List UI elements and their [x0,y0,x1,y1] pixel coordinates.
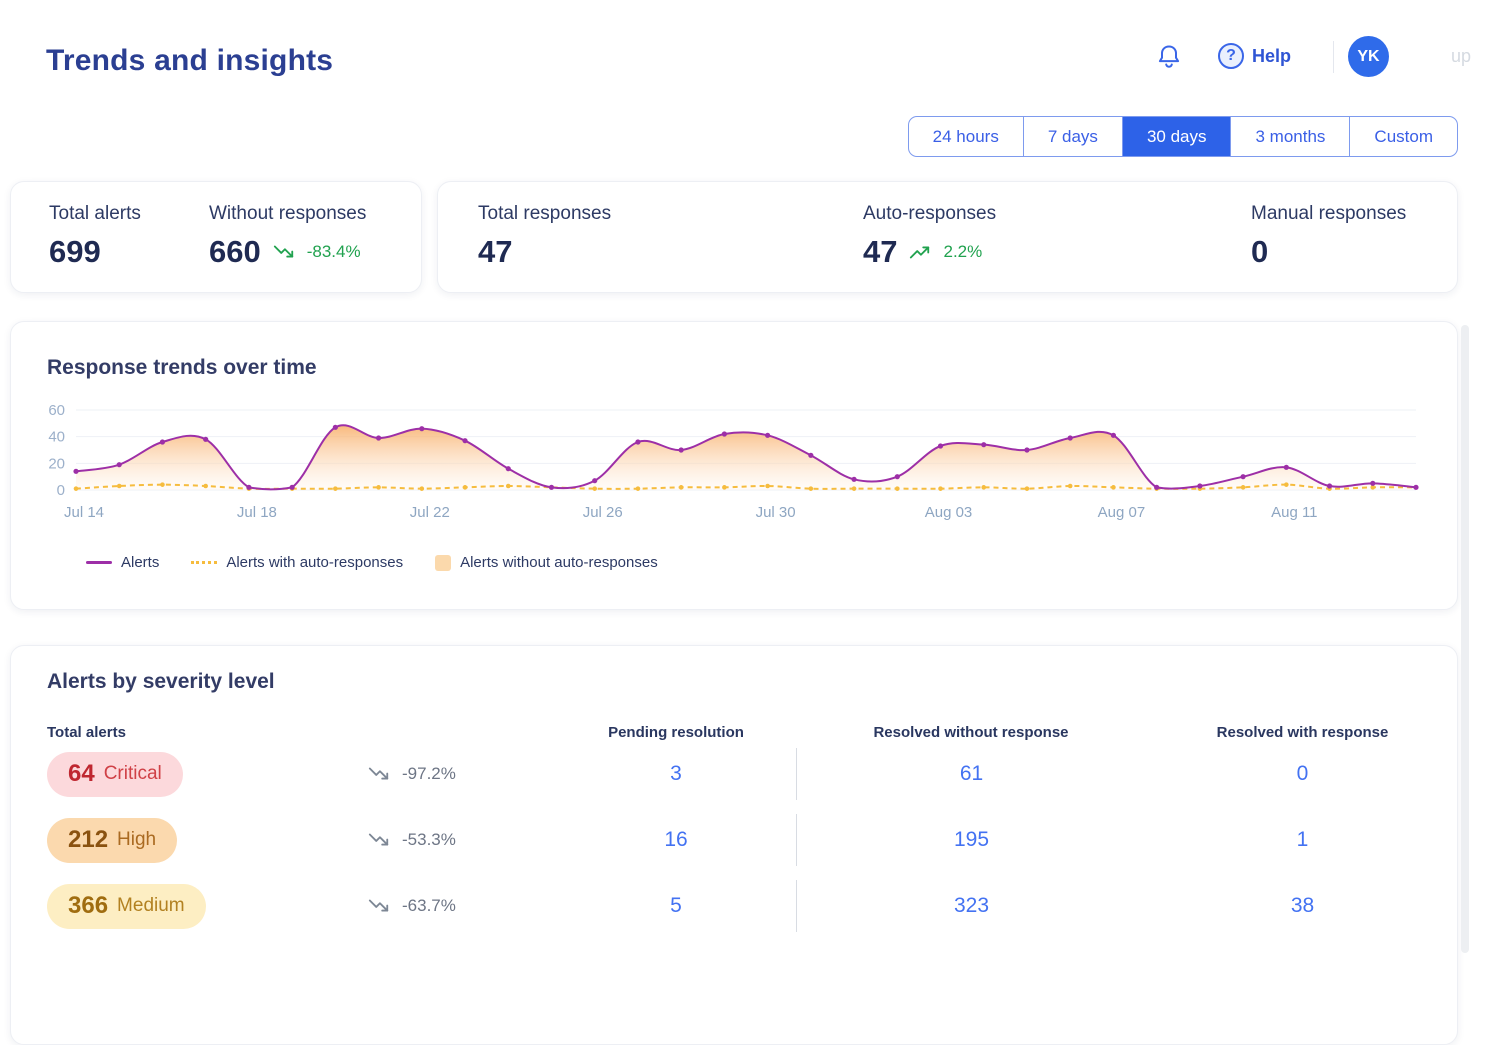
response-trends-chart: 0 20 40 60 Jul 14 Jul 18 Jul 22 Jul 26 Jul 30 Aug… [48,402,1419,521]
trend-percent: 2.2% [943,242,983,261]
chart-legend: Alerts Alerts with auto-responses Alerts… [86,554,658,571]
col-resolved-without: Resolved without response [873,724,1069,741]
time-range-tabs: 24 hours 7 days 30 days 3 months Custom [907,116,1458,157]
svg-text:60: 60 [48,402,65,419]
stat-value: 0 [1251,234,1269,269]
area-swatch-icon [435,554,452,571]
severity-title: Alerts by severity level [47,670,275,693]
medium-badge: 366 Medium [47,883,206,929]
tab-30-days[interactable]: 30 days [1121,117,1231,156]
svg-text:Jul 22: Jul 22 [410,504,450,521]
line-swatch-icon [86,561,112,564]
responses-stats-card: Total responses 47 Auto-responses 47 2.2… [437,181,1458,293]
help-label: Help [1252,45,1292,66]
help-button[interactable]: ? Help [1218,43,1291,69]
legend-item-auto-responses[interactable]: Alerts with auto-responses [191,554,403,571]
trending-down-icon [368,767,389,780]
stat-label: Total responses [478,203,612,224]
page-header: Trends and insights ? Help YK up [0,0,1486,100]
col-pending: Pending resolution [608,724,744,741]
svg-text:Aug 07: Aug 07 [1098,504,1146,521]
stat-total-alerts: Total alerts 699 [49,203,209,292]
stat-value: 47 [478,234,513,269]
trending-up-icon [910,246,930,259]
help-question-icon: ? [1218,43,1244,69]
pending-value-link[interactable]: 16 [556,828,796,852]
alerts-by-severity-card: Alerts by severity level Total alerts Pe… [10,645,1458,1045]
svg-text:Jul 26: Jul 26 [583,504,623,521]
resolved-with-value-link[interactable]: 0 [1146,762,1459,786]
tab-24-hours[interactable]: 24 hours [909,117,1023,156]
stat-label: Auto-responses [863,203,997,224]
high-badge: 212 High [47,817,178,863]
stat-value: 699 [49,234,101,269]
svg-text:40: 40 [48,429,65,446]
stat-without-responses: Without responses 660 -83.4% [209,203,419,292]
resolved-with-value-link[interactable]: 1 [1146,828,1459,852]
chart-title: Response trends over time [47,356,317,379]
resolved-with-value-link[interactable]: 38 [1146,894,1459,918]
severity-row-high: 212 High -53.3% 16 195 1 [11,807,1457,873]
stat-value: 47 [863,234,898,269]
stat-label: Total alerts [49,203,141,224]
stats-row: Total alerts 699 Without responses 660 -… [10,181,1458,293]
header-divider [1333,41,1334,73]
stat-manual-responses: Manual responses 0 [1251,203,1406,292]
stat-label: Manual responses [1251,203,1407,224]
svg-text:20: 20 [48,455,65,472]
page-scrollbar[interactable] [1461,325,1469,953]
tab-custom[interactable]: Custom [1349,117,1457,156]
svg-text:Aug 03: Aug 03 [925,504,973,521]
pending-value-link[interactable]: 5 [556,894,796,918]
notifications-bell-icon[interactable] [1154,42,1184,72]
svg-text:Jul 14: Jul 14 [64,504,104,521]
trend-cell: -63.7% [341,895,556,917]
response-trends-card: Response trends over time 0 20 40 60 Jul 14 J… [10,321,1458,610]
resolved-without-value-link[interactable]: 61 [796,748,1146,800]
severity-row-critical: 64 Critical -97.2% 3 61 0 [11,741,1457,807]
page-title: Trends and insights [46,44,334,77]
username-fragment: up [1451,46,1472,66]
avatar[interactable]: YK [1348,36,1389,77]
col-total-alerts: Total alerts [47,724,126,741]
tab-7-days[interactable]: 7 days [1022,117,1122,156]
dashed-swatch-icon [191,561,218,564]
svg-text:0: 0 [57,482,65,499]
svg-text:Jul 30: Jul 30 [756,504,796,521]
trending-down-icon [368,833,389,846]
resolved-without-value-link[interactable]: 323 [796,880,1146,932]
svg-text:Jul 18: Jul 18 [237,504,277,521]
severity-table-header: Total alerts Pending resolution Resolved… [11,724,1457,741]
tab-3-months[interactable]: 3 months [1230,117,1349,156]
resolved-without-value-link[interactable]: 195 [796,814,1146,866]
trend-cell: -97.2% [341,763,556,785]
severity-row-medium: 366 Medium -63.7% 5 323 38 [11,873,1457,939]
legend-item-without-auto-responses[interactable]: Alerts without auto-responses [435,554,658,571]
trend-percent: -83.4% [306,242,361,261]
stat-auto-responses: Auto-responses 47 2.2% [863,203,1251,292]
col-resolved-with: Resolved with response [1216,724,1389,741]
stat-value: 660 [209,234,261,269]
alerts-stats-card: Total alerts 699 Without responses 660 -… [10,181,422,293]
pending-value-link[interactable]: 3 [556,762,796,786]
svg-text:Aug 11: Aug 11 [1271,504,1317,521]
stat-total-responses: Total responses 47 [478,203,863,292]
critical-badge: 64 Critical [47,751,183,797]
stat-label: Without responses [209,203,367,224]
trending-down-icon [273,245,293,258]
trending-down-icon [368,899,389,912]
trend-cell: -53.3% [341,829,556,851]
legend-item-alerts[interactable]: Alerts [86,554,159,571]
